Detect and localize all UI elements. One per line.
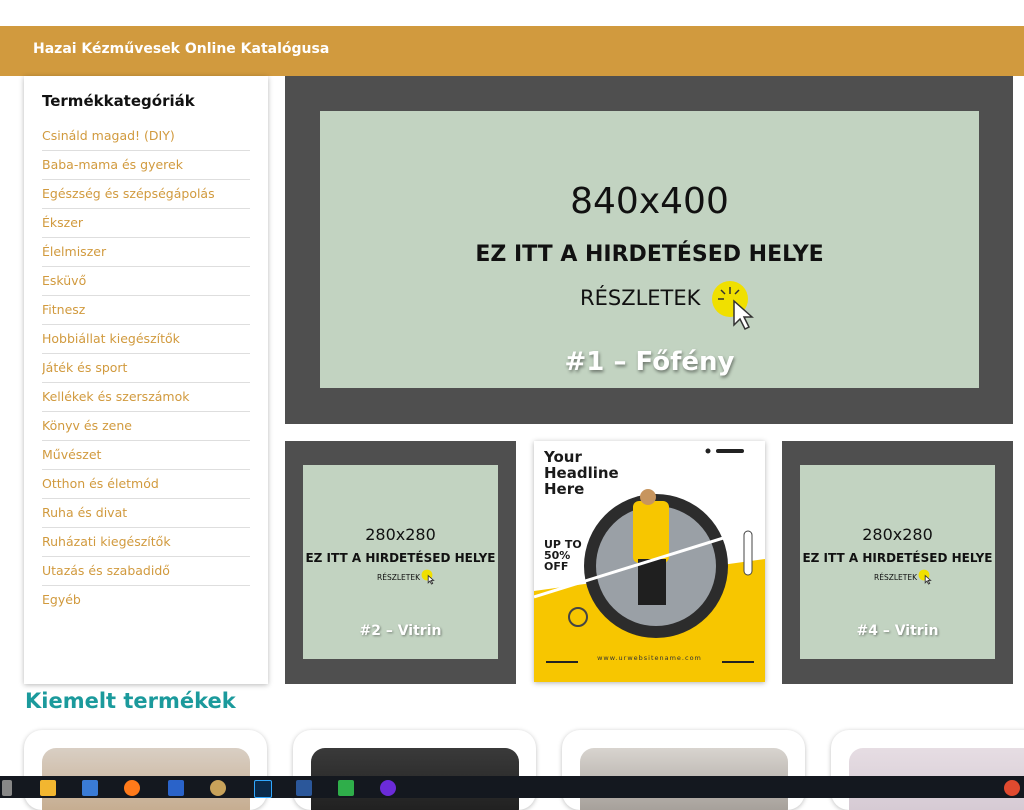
task-view-icon[interactable]	[2, 780, 12, 796]
os-taskbar	[0, 776, 1024, 798]
category-link[interactable]: Egészség és szépségápolás	[42, 180, 250, 209]
category-link[interactable]: Ruha és divat	[42, 499, 250, 528]
promo-ad-image[interactable]: Your Headline Here UP TO 50% OFF www.urw…	[534, 441, 765, 682]
app-icon[interactable]	[210, 780, 226, 796]
site-header: Hazai Kézművesek Online Katalógusa	[0, 26, 1024, 76]
ad-details-link[interactable]: RÉSZLETEK	[874, 573, 917, 582]
click-cursor-icon	[712, 281, 754, 331]
click-cursor-icon	[421, 569, 435, 585]
sidebar-title: Termékkategóriák	[42, 92, 195, 110]
ad-placeholder[interactable]: 280x280 EZ ITT A HIRDETÉSED HELYE RÉSZLE…	[800, 465, 995, 659]
ad-banner-slot-2[interactable]: 280x280 EZ ITT A HIRDETÉSED HELYE RÉSZLE…	[285, 441, 516, 684]
category-link[interactable]: Egyéb	[42, 586, 250, 614]
promo-discount-badge: UP TO 50% OFF	[544, 538, 582, 573]
firefox-icon[interactable]	[124, 780, 140, 796]
category-link[interactable]: Ruházati kiegészítők	[42, 528, 250, 557]
product-card[interactable]	[831, 730, 1024, 810]
ad-placeholder[interactable]: 840x400 EZ ITT A HIRDETÉSED HELYE RÉSZLE…	[320, 111, 979, 388]
category-link[interactable]: Művészet	[42, 441, 250, 470]
save-disk-icon[interactable]	[168, 780, 184, 796]
category-link[interactable]: Játék és sport	[42, 354, 250, 383]
file-explorer-icon[interactable]	[40, 780, 56, 796]
category-link[interactable]: Kellékek és szerszámok	[42, 383, 250, 412]
category-list: Csináld magad! (DIY) Baba-mama és gyerek…	[42, 122, 250, 614]
word-icon[interactable]	[296, 780, 312, 796]
ad-headline: EZ ITT A HIRDETÉSED HELYE	[475, 242, 824, 267]
category-link[interactable]: Utazás és szabadidő	[42, 557, 250, 586]
ad-size: 840x400	[570, 181, 729, 222]
edit-app-icon[interactable]	[338, 780, 354, 796]
ad-slot-label: #1 – Főfény	[564, 347, 735, 377]
ad-size: 280x280	[862, 525, 933, 544]
notification-icon[interactable]	[1004, 780, 1020, 796]
main-ad-banner[interactable]: 840x400 EZ ITT A HIRDETÉSED HELYE RÉSZLE…	[285, 76, 1013, 424]
ad-headline: EZ ITT A HIRDETÉSED HELYE	[802, 551, 993, 565]
product-card[interactable]	[562, 730, 805, 810]
category-link[interactable]: Otthon és életmód	[42, 470, 250, 499]
ad-details-link[interactable]: RÉSZLETEK	[377, 573, 420, 582]
category-link[interactable]: Könyv és zene	[42, 412, 250, 441]
product-card[interactable]	[293, 730, 536, 810]
photoshop-icon[interactable]	[254, 780, 272, 798]
ad-size: 280x280	[365, 525, 436, 544]
category-link[interactable]: Élelmiszer	[42, 238, 250, 267]
ad-details-link[interactable]: RÉSZLETEK	[580, 286, 700, 310]
app-mask-icon[interactable]	[380, 780, 396, 796]
ad-banner-slot-4[interactable]: 280x280 EZ ITT A HIRDETÉSED HELYE RÉSZLE…	[782, 441, 1013, 684]
store-icon[interactable]	[82, 780, 98, 796]
category-link[interactable]: Csináld magad! (DIY)	[42, 122, 250, 151]
ad-headline: EZ ITT A HIRDETÉSED HELYE	[305, 551, 496, 565]
category-link[interactable]: Baba-mama és gyerek	[42, 151, 250, 180]
ad-placeholder[interactable]: 280x280 EZ ITT A HIRDETÉSED HELYE RÉSZLE…	[303, 465, 498, 659]
category-sidebar: Termékkategóriák Csináld magad! (DIY) Ba…	[24, 76, 268, 684]
ad-slot-label: #4 – Vitrin	[856, 623, 939, 639]
category-link[interactable]: Ékszer	[42, 209, 250, 238]
click-cursor-icon	[918, 569, 932, 585]
category-link[interactable]: Fitnesz	[42, 296, 250, 325]
featured-products-title: Kiemelt termékek	[25, 689, 236, 713]
site-title[interactable]: Hazai Kézművesek Online Katalógusa	[33, 41, 329, 57]
ad-slot-label: #2 – Vitrin	[359, 623, 442, 639]
category-link[interactable]: Hobbiállat kiegészítők	[42, 325, 250, 354]
product-card[interactable]	[24, 730, 267, 810]
promo-url: www.urwebsitename.com	[597, 654, 702, 662]
promo-headline: Your Headline Here	[544, 448, 619, 498]
category-link[interactable]: Esküvő	[42, 267, 250, 296]
